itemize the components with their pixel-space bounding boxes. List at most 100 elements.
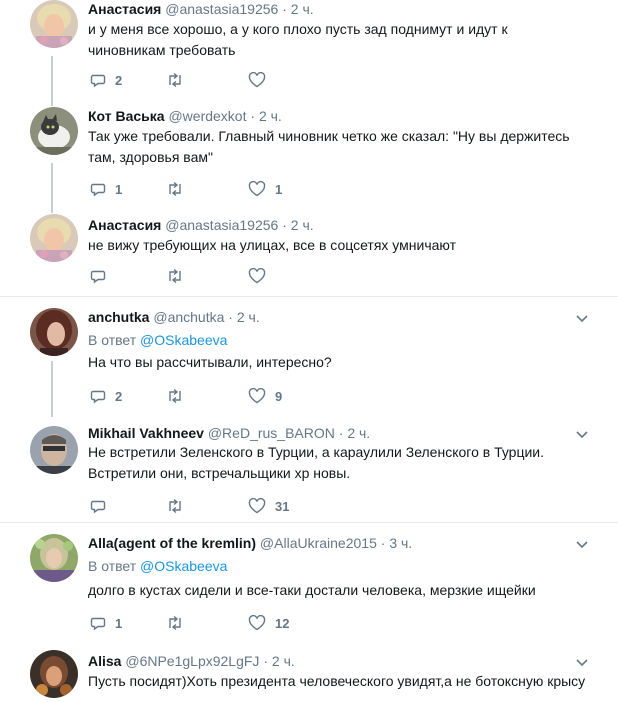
retweet-icon xyxy=(169,388,181,404)
author-name[interactable]: Кот Васька xyxy=(88,108,165,124)
chevron-down-icon[interactable] xyxy=(574,426,590,442)
retweet-button[interactable] xyxy=(166,496,193,516)
retweet-button[interactable] xyxy=(166,179,193,199)
author-handle[interactable]: @anchutka xyxy=(153,309,224,325)
retweet-icon xyxy=(169,181,181,197)
tweet[interactable]: Анастасия @anastasia19256 · 2 ч. не вижу… xyxy=(0,214,618,294)
retweet-button[interactable] xyxy=(166,613,193,633)
separator: · xyxy=(250,108,256,124)
avatar[interactable] xyxy=(30,308,78,356)
author-handle[interactable]: @ReD_rus_BARON xyxy=(208,425,335,441)
retweet-button[interactable] xyxy=(166,386,193,406)
reply-button[interactable]: 1 xyxy=(90,613,122,633)
avatar[interactable] xyxy=(30,426,78,474)
separator: · xyxy=(380,535,386,551)
avatar[interactable] xyxy=(30,214,78,262)
reply-button[interactable] xyxy=(90,496,115,516)
tweet-header: Alla(agent of the kremlin) @AllaUkraine2… xyxy=(88,534,412,552)
tweet-text: долго в кустах сидели и все-таки достали… xyxy=(88,582,536,598)
author-name[interactable]: anchutka xyxy=(88,309,149,325)
separator: · xyxy=(263,653,268,669)
separator: · xyxy=(228,309,233,325)
like-count: 12 xyxy=(275,615,290,631)
retweet-icon xyxy=(169,268,181,284)
like-button[interactable] xyxy=(248,70,275,90)
retweet-button[interactable] xyxy=(166,266,193,286)
timestamp[interactable]: 2 ч. xyxy=(291,217,314,233)
timestamp[interactable]: 2 ч. xyxy=(259,108,282,124)
reply-icon xyxy=(90,390,106,404)
tweet[interactable]: anchutka @anchutka · 2 ч. В ответ @OSkab… xyxy=(0,306,618,412)
reply-to-link[interactable]: @OSkabeeva xyxy=(140,332,227,348)
reply-count: 1 xyxy=(115,181,123,197)
tweet-text: Пусть посидят)Хоть президента человеческ… xyxy=(88,673,586,689)
like-count: 31 xyxy=(275,498,290,514)
chevron-down-icon[interactable] xyxy=(574,536,590,552)
reply-button[interactable]: 2 xyxy=(90,386,122,406)
separator: · xyxy=(282,1,287,17)
author-name[interactable]: Alisa xyxy=(88,653,121,669)
author-name[interactable]: Анастасия xyxy=(88,1,161,17)
reply-icon xyxy=(90,617,106,631)
reply-icon xyxy=(90,270,106,284)
like-button[interactable] xyxy=(248,266,275,286)
timestamp[interactable]: 3 ч. xyxy=(389,535,412,551)
author-handle[interactable]: @anastasia19256 xyxy=(165,217,278,233)
like-button[interactable]: 31 xyxy=(248,496,289,516)
avatar[interactable] xyxy=(30,534,78,582)
avatar[interactable] xyxy=(30,650,78,698)
reply-count: 2 xyxy=(115,388,123,404)
reply-button[interactable] xyxy=(90,266,115,286)
timestamp[interactable]: 2 ч. xyxy=(347,425,370,441)
heart-icon xyxy=(248,181,266,197)
author-handle[interactable]: @anastasia19256 xyxy=(165,1,278,17)
like-button[interactable]: 12 xyxy=(248,613,289,633)
author-name[interactable]: Анастасия xyxy=(88,217,161,233)
reply-button[interactable]: 1 xyxy=(90,179,122,199)
avatar[interactable] xyxy=(30,0,78,48)
tweet[interactable]: Анастасия @anastasia19256 · 2 ч. и у мен… xyxy=(0,0,618,100)
chevron-down-icon[interactable] xyxy=(574,654,590,670)
timestamp[interactable]: 2 ч. xyxy=(291,1,314,17)
author-name[interactable]: Alla(agent of the kremlin) xyxy=(88,535,256,551)
like-button[interactable]: 9 xyxy=(248,386,282,406)
tweet[interactable]: Alla(agent of the kremlin) @AllaUkraine2… xyxy=(0,534,618,640)
author-handle[interactable]: @werdexkot xyxy=(168,108,246,124)
tweet-header: Mikhail Vakhneev @ReD_rus_BARON · 2 ч. xyxy=(88,424,370,442)
reply-icon xyxy=(90,183,106,197)
tweet[interactable]: Кот Васька @werdexkot · 2 ч. Так уже тре… xyxy=(0,107,618,207)
tweet-text: На что вы рассчитывали, интересно? xyxy=(88,354,332,370)
separator: · xyxy=(282,217,287,233)
tweet-header: Анастасия @anastasia19256 · 2 ч. xyxy=(88,0,314,18)
reply-context: В ответ @OSkabeeva xyxy=(88,331,227,349)
tweet-text: не вижу требующих на улицах, все в соцсе… xyxy=(88,237,457,253)
avatar[interactable] xyxy=(30,107,78,155)
reply-count: 2 xyxy=(115,72,123,88)
like-button[interactable]: 1 xyxy=(248,179,282,199)
retweet-icon xyxy=(169,72,181,88)
retweet-button[interactable] xyxy=(166,70,193,90)
tweet-header: Alisa @6NPe1gLpx92LgFJ · 2 ч. xyxy=(88,652,295,670)
tweet-text: Не встретили Зеленского в Турции, а кара… xyxy=(88,444,545,481)
heart-icon xyxy=(248,388,266,404)
heart-icon xyxy=(248,498,266,514)
author-handle[interactable]: @AllaUkraine2015 xyxy=(260,535,377,551)
author-name[interactable]: Mikhail Vakhneev xyxy=(88,425,204,441)
separator: · xyxy=(338,425,344,441)
tweet[interactable]: Mikhail Vakhneev @ReD_rus_BARON · 2 ч. Н… xyxy=(0,424,618,520)
retweet-icon xyxy=(169,498,181,514)
timestamp[interactable]: 2 ч. xyxy=(237,309,260,325)
tweet-header: anchutka @anchutka · 2 ч. xyxy=(88,308,260,326)
chevron-down-icon[interactable] xyxy=(574,310,590,326)
reply-icon xyxy=(90,500,106,514)
reply-to-link[interactable]: @OSkabeeva xyxy=(140,558,227,574)
reply-button[interactable]: 2 xyxy=(90,70,122,90)
reply-prefix: В ответ xyxy=(88,332,137,348)
reply-count: 1 xyxy=(115,615,123,631)
timestamp[interactable]: 2 ч. xyxy=(272,653,295,669)
tweet-text: и у меня все хорошо, а у кого плохо пуст… xyxy=(88,21,508,58)
author-handle[interactable]: @6NPe1gLpx92LgFJ xyxy=(125,653,259,669)
tweet[interactable]: Alisa @6NPe1gLpx92LgFJ · 2 ч. Пусть поси… xyxy=(0,650,618,702)
reply-icon xyxy=(90,74,106,88)
heart-icon xyxy=(248,268,266,284)
